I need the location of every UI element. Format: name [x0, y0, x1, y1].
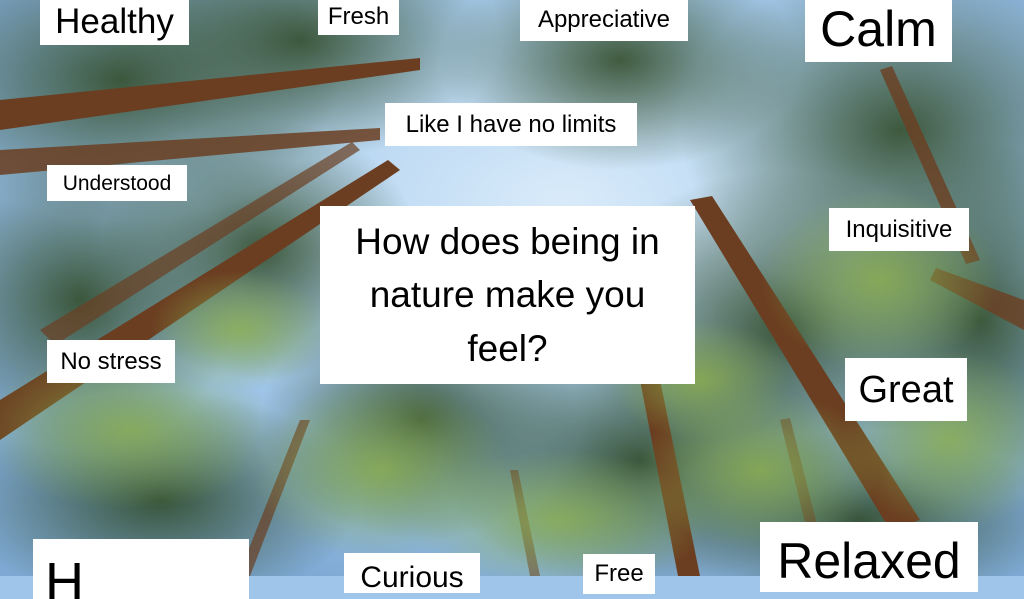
word-free: Free — [583, 554, 655, 594]
word-great: Great — [845, 358, 967, 421]
word-curious: Curious — [344, 553, 480, 593]
question-box: How does being in nature make you feel? — [320, 206, 695, 384]
word-no-stress: No stress — [47, 340, 175, 383]
word-understood: Understood — [47, 165, 187, 201]
word-no-limits: Like I have no limits — [385, 103, 637, 146]
word-healthy: Healthy — [40, 0, 189, 45]
word-appreciative: Appreciative — [520, 0, 688, 41]
word-happy-partial: H — [33, 539, 249, 599]
word-fresh: Fresh — [318, 0, 399, 35]
word-relaxed: Relaxed — [760, 522, 978, 592]
word-calm: Calm — [805, 0, 952, 62]
word-inquisitive: Inquisitive — [829, 208, 969, 251]
